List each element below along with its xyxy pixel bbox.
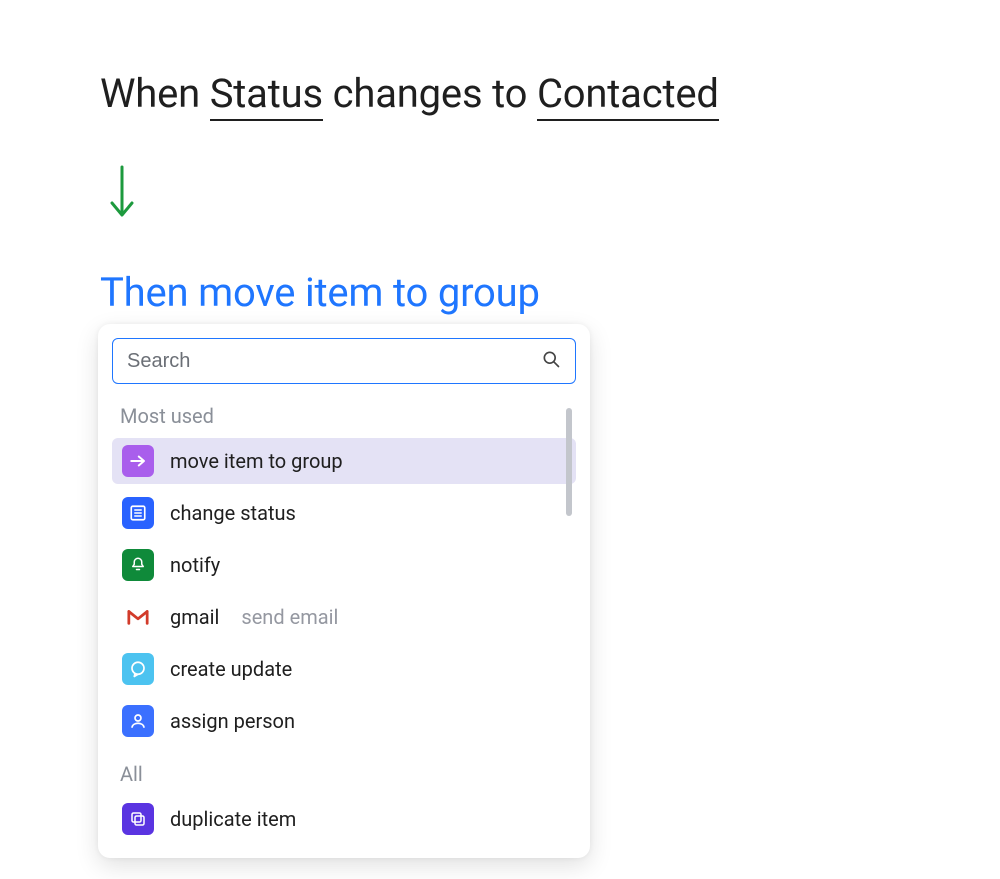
speech-bubble-icon	[122, 653, 154, 685]
arrow-down-icon	[108, 165, 1000, 223]
most-used-items: move item to group change status notify	[112, 438, 576, 744]
action-item-label: notify	[170, 553, 220, 577]
action-item-move-item-to-group[interactable]: move item to group	[112, 438, 576, 484]
action-item-label: change status	[170, 501, 296, 525]
trigger-prefix: When	[100, 70, 210, 117]
action-selected[interactable]: move item to group	[198, 269, 540, 316]
trigger-column[interactable]: Status	[210, 70, 323, 121]
action-item-label: duplicate item	[170, 807, 296, 831]
list-box-icon	[122, 497, 154, 529]
gmail-icon	[122, 601, 154, 633]
action-item-sublabel: send email	[241, 605, 338, 629]
action-item-label: assign person	[170, 709, 295, 733]
trigger-mid: changes to	[323, 70, 537, 117]
all-items: duplicate item	[112, 796, 576, 842]
arrow-right-icon	[122, 445, 154, 477]
bell-icon	[122, 549, 154, 581]
action-prefix: Then	[100, 269, 198, 316]
action-item-label: create update	[170, 657, 292, 681]
action-item-label: gmail	[170, 605, 219, 629]
action-sentence: Then move item to group	[100, 269, 1000, 316]
person-icon	[122, 705, 154, 737]
action-picker-dropdown: Most used move item to group change stat…	[98, 324, 590, 858]
search-input[interactable]	[127, 350, 541, 373]
trigger-value[interactable]: Contacted	[537, 70, 719, 121]
action-item-create-update[interactable]: create update	[112, 646, 576, 692]
trigger-sentence: When Status changes to Contacted	[100, 70, 1000, 117]
action-item-notify[interactable]: notify	[112, 542, 576, 588]
action-item-duplicate-item[interactable]: duplicate item	[112, 796, 576, 842]
action-item-change-status[interactable]: change status	[112, 490, 576, 536]
search-field-wrapper[interactable]	[112, 338, 576, 384]
section-label-most-used: Most used	[112, 400, 576, 438]
action-item-gmail[interactable]: gmail send email	[112, 594, 576, 640]
action-item-label: move item to group	[170, 449, 343, 473]
duplicate-icon	[122, 803, 154, 835]
section-label-all: All	[112, 758, 576, 796]
action-item-assign-person[interactable]: assign person	[112, 698, 576, 744]
scrollbar-thumb[interactable]	[566, 408, 572, 516]
search-icon	[541, 349, 561, 373]
